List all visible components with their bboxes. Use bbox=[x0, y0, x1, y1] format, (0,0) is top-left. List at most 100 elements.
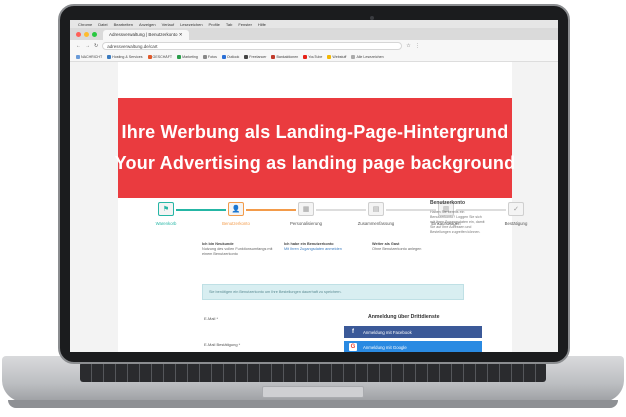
step-label: Benutzerkonto bbox=[222, 221, 250, 226]
bookmark-label: GESCHÄFT bbox=[152, 54, 173, 59]
email-confirm-label: E-Mail Bestätigung * bbox=[204, 342, 241, 347]
bookmark-icon bbox=[107, 54, 112, 59]
step-icon: ⚑ bbox=[158, 202, 174, 216]
facebook-login-label: Anmeldung mit Facebook bbox=[363, 329, 412, 335]
step-2[interactable]: 👤 Benutzerkonto bbox=[206, 202, 266, 226]
forward-icon[interactable]: → bbox=[85, 43, 90, 49]
info-alert: Sie benötigen ein Benutzerkonto um Ihre … bbox=[202, 284, 464, 300]
bookmark-item[interactable]: Outlook bbox=[221, 54, 240, 59]
reload-icon[interactable]: ↻ bbox=[94, 43, 98, 49]
bookmark-icon bbox=[351, 54, 356, 59]
sidebar-text: Haben Sie bereits ein Benutzerkonto? Log… bbox=[430, 210, 485, 234]
bookmark-label: Alle Lesezeichen bbox=[356, 54, 384, 59]
bookmark-label: NACHRICHT bbox=[81, 54, 103, 59]
bookmark-label: Bankaktionen bbox=[276, 54, 299, 59]
step-4[interactable]: ▤ Zusammenfassung bbox=[346, 202, 406, 226]
tab-title: Adressverwaltung | Benutzerkonto bbox=[109, 32, 178, 37]
bookmark-label: Hosting & Services bbox=[112, 54, 143, 59]
sidebar-title: Benutzerkonto bbox=[430, 200, 465, 206]
google-icon: G bbox=[349, 343, 357, 351]
step-label: Bestätigung bbox=[504, 221, 528, 226]
extensions-icon[interactable]: ⋮ bbox=[415, 43, 420, 49]
menu-item[interactable]: Tab bbox=[226, 22, 232, 27]
facebook-icon: f bbox=[352, 329, 354, 335]
google-login-label: Anmeldung mit Google bbox=[363, 344, 407, 350]
bookmark-item[interactable]: YouTube bbox=[303, 54, 323, 59]
bookmark-label: YouTube bbox=[308, 54, 323, 59]
bookmark-label: Fotos bbox=[207, 54, 217, 59]
stage: Chrome Datei Bearbeiten Anzeigen Verlauf Lese… bbox=[0, 0, 626, 417]
bookmark-item[interactable]: Alle Lesezeichen bbox=[351, 54, 384, 59]
bookmark-icon bbox=[202, 54, 207, 59]
bookmark-label: Freelancer bbox=[249, 54, 267, 59]
new-customer-title: Ich bin Neukunde bbox=[202, 242, 234, 246]
bookmark-item[interactable]: Hosting & Services bbox=[107, 54, 143, 59]
laptop-screen: Chrome Datei Bearbeiten Anzeigen Verlauf Lese… bbox=[70, 20, 558, 352]
menu-item[interactable]: Bearbeiten bbox=[114, 22, 133, 27]
step-label: Zusammenfassung bbox=[357, 221, 395, 226]
os-menubar: Chrome Datei Bearbeiten Anzeigen Verlauf Lese… bbox=[70, 20, 558, 28]
menu-item[interactable]: Chrome bbox=[78, 22, 92, 27]
banner-line-2: Your Advertising as landing page backgro… bbox=[114, 153, 516, 173]
bookmark-icon bbox=[271, 54, 276, 59]
step-6[interactable]: ✓ Bestätigung bbox=[486, 202, 546, 226]
new-customer-info[interactable]: Ich bin Neukunde Nutzung des vollen Funk… bbox=[202, 242, 282, 257]
bookmark-item[interactable]: Bankaktionen bbox=[271, 54, 299, 59]
url-text: adressverwaltung.de/cart bbox=[107, 44, 158, 49]
account-sidebar: Benutzerkonto Haben Sie bereits ein Benu… bbox=[430, 200, 486, 300]
menu-item[interactable]: Profile bbox=[209, 22, 220, 27]
step-icon: ▤ bbox=[368, 202, 384, 216]
minimize-window-icon[interactable] bbox=[84, 31, 89, 37]
browser-toolbar: ← → ↻ adressverwaltung.de/cart ☆ ⋮ bbox=[70, 40, 558, 52]
menu-item[interactable]: Hilfe bbox=[258, 22, 266, 27]
menu-item[interactable]: Lesezeichen bbox=[180, 22, 202, 27]
bookmark-item[interactable]: Webstuff bbox=[327, 54, 347, 59]
laptop-trackpad bbox=[262, 386, 364, 398]
guest-text: Ohne Benutzerkonto anlegen bbox=[372, 247, 422, 251]
bookmark-item[interactable]: Fotos bbox=[202, 54, 217, 59]
bookmark-icon bbox=[76, 54, 80, 59]
existing-account-text: Mit Ihren Zugangsdaten anmelden bbox=[284, 247, 342, 251]
bookmark-label: Marketing bbox=[182, 54, 198, 59]
google-login-button[interactable]: G Anmeldung mit Google bbox=[344, 341, 482, 352]
bookmark-item[interactable]: Marketing bbox=[177, 54, 198, 59]
bookmark-item[interactable]: NACHRICHT bbox=[76, 54, 103, 59]
banner-line-1: Ihre Werbung als Landing-Page-Hintergrun… bbox=[121, 122, 509, 142]
bookmark-icon bbox=[244, 54, 249, 59]
step-label: Warenkorb bbox=[155, 221, 177, 226]
close-window-icon[interactable] bbox=[76, 31, 81, 37]
laptop-keyboard bbox=[80, 362, 546, 382]
laptop-foot bbox=[8, 400, 618, 408]
existing-account-title: Ich habe ein Benutzerkonto bbox=[284, 242, 334, 246]
bookmark-icon bbox=[221, 54, 226, 59]
step-3[interactable]: ▦ Personalisierung bbox=[276, 202, 336, 226]
guest-title: Weiter als Gast bbox=[372, 242, 400, 246]
menu-item[interactable]: Verlauf bbox=[162, 22, 174, 27]
step-label: Personalisierung bbox=[289, 221, 322, 226]
browser-tabbar: Adressverwaltung | Benutzerkonto ✕ bbox=[70, 28, 558, 40]
maximize-window-icon[interactable] bbox=[92, 31, 97, 37]
email-label: E-Mail * bbox=[204, 316, 219, 321]
browser-tab[interactable]: Adressverwaltung | Benutzerkonto ✕ bbox=[103, 30, 189, 40]
facebook-login-button[interactable]: f Anmeldung mit Facebook bbox=[344, 326, 482, 338]
bookmark-label: Outlook bbox=[226, 54, 240, 59]
advertising-banner: Ihre Werbung als Landing-Page-Hintergrun… bbox=[115, 98, 515, 198]
existing-account-info[interactable]: Ich habe ein Benutzerkonto Mit Ihren Zug… bbox=[284, 242, 364, 252]
menu-item[interactable]: Datei bbox=[98, 22, 107, 27]
bookmark-label: Webstuff bbox=[332, 54, 347, 59]
menu-item[interactable]: Anzeigen bbox=[139, 22, 156, 27]
new-customer-text: Nutzung des vollen Funktionsumfangs mit … bbox=[202, 247, 273, 256]
step-1[interactable]: ⚑ Warenkorb bbox=[136, 202, 196, 226]
bookmark-item[interactable]: Freelancer bbox=[244, 54, 267, 59]
step-icon: ▦ bbox=[298, 202, 314, 216]
bookmark-icon bbox=[147, 54, 152, 59]
address-bar[interactable]: adressverwaltung.de/cart bbox=[102, 42, 403, 50]
back-icon[interactable]: ← bbox=[76, 43, 81, 49]
social-login-title: Anmeldung über Drittdienste bbox=[368, 314, 440, 320]
menu-item[interactable]: Fenster bbox=[238, 22, 252, 27]
bookmark-star-icon[interactable]: ☆ bbox=[406, 43, 410, 49]
window-controls bbox=[70, 31, 103, 37]
bookmarks-bar: NACHRICHT Hosting & Services GESCHÄFT Marke… bbox=[70, 52, 558, 62]
step-icon: ✓ bbox=[508, 202, 524, 216]
bookmark-item[interactable]: GESCHÄFT bbox=[147, 54, 173, 59]
